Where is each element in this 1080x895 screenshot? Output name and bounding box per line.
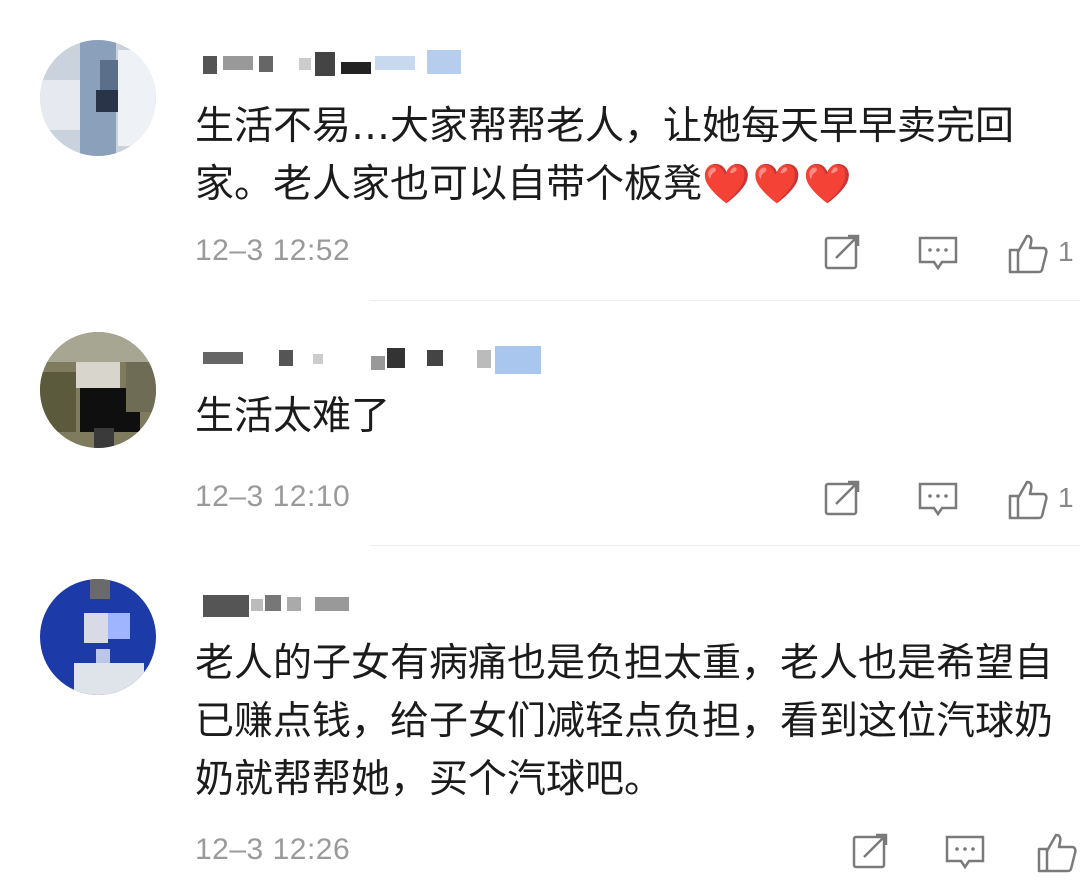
comment-timestamp: 12–3 12:52 [195,234,351,267]
heart-emoji: ❤️❤️❤️ [702,162,854,207]
comment-item: 老人的子女有病痛也是负担太重，老人也是希望自已赚点钱，给子女们减轻点负担，看到这… [0,545,1080,895]
comment-timestamp: 12–3 12:10 [195,480,351,513]
like-count: 1 [1058,482,1074,513]
like-icon[interactable] [1005,230,1051,276]
comment-text-body: 生活不易…大家帮帮老人，让她每天早早卖完回家。老人家也可以自带个板凳 [195,104,1015,207]
comment-item: 生活不易…大家帮帮老人，让她每天早早卖完回家。老人家也可以自带个板凳❤️❤️❤️… [0,0,1080,300]
comment-actions: 1 [760,230,1080,280]
username-blurred[interactable] [195,342,555,374]
avatar[interactable] [40,40,156,156]
avatar[interactable] [40,332,156,448]
comment-item: 生活太难了 12–3 12:10 1 [0,300,1080,545]
comment-text-body: 生活太难了 [195,394,391,439]
like-count: 1 [1058,236,1074,267]
comment-actions [760,829,1080,879]
comment-actions: 1 [760,476,1080,526]
username-blurred[interactable] [195,48,555,78]
comment-text: 老人的子女有病痛也是负担太重，老人也是希望自已赚点钱，给子女们减轻点负担，看到这… [195,635,1055,809]
share-icon[interactable] [848,829,894,875]
comment-icon[interactable] [915,230,961,276]
like-icon[interactable] [1005,476,1051,522]
share-icon[interactable] [820,230,866,276]
comment-timestamp: 12–3 12:26 [195,833,351,866]
comment-text: 生活太难了 [195,388,1055,446]
comment-icon[interactable] [915,476,961,522]
comment-text-body: 老人的子女有病痛也是负担太重，老人也是希望自已赚点钱，给子女们减轻点负担，看到这… [195,641,1054,802]
comment-text: 生活不易…大家帮帮老人，让她每天早早卖完回家。老人家也可以自带个板凳❤️❤️❤️ [195,98,1055,214]
like-icon[interactable] [1034,829,1080,875]
share-icon[interactable] [820,476,866,522]
avatar[interactable] [40,579,156,695]
username-blurred[interactable] [195,589,555,619]
comment-icon[interactable] [942,829,988,875]
